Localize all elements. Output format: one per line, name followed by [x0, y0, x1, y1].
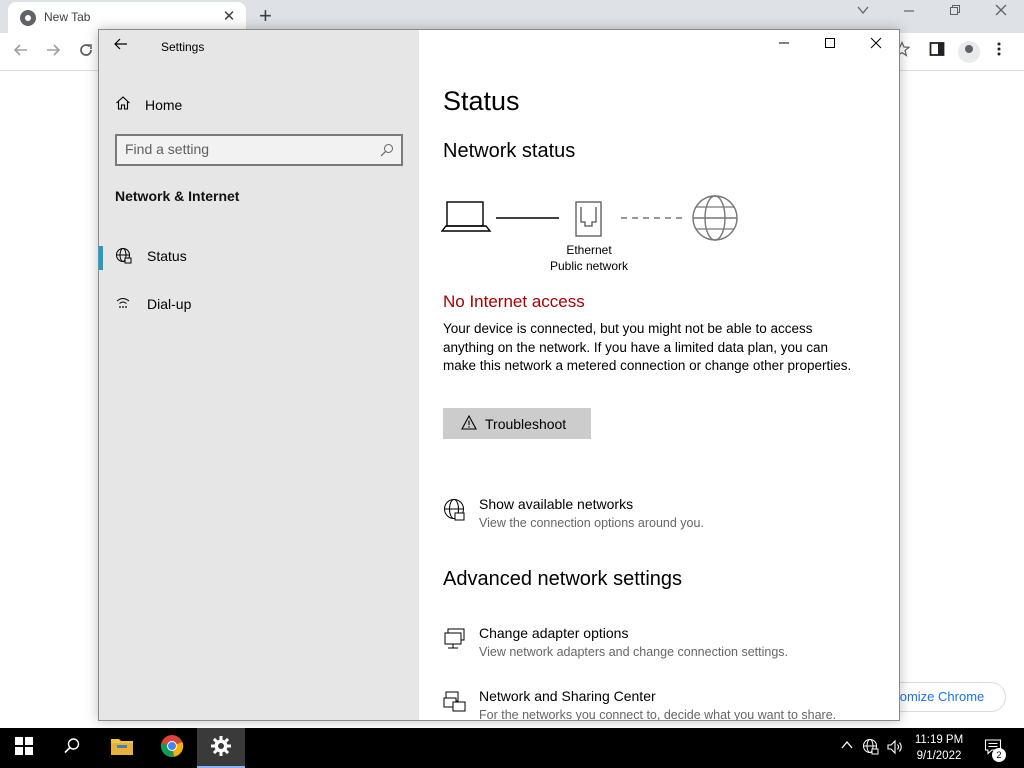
chrome-menu-icon[interactable]: [996, 41, 1002, 62]
chrome-favicon-icon: [20, 10, 36, 26]
back-arrow-icon[interactable]: [12, 41, 30, 64]
nav-item-label: Dial-up: [147, 296, 192, 312]
home-icon: [115, 95, 131, 116]
taskbar-clock[interactable]: 11:19 PM 9/1/2022: [906, 732, 972, 764]
dialup-icon: [115, 295, 133, 313]
notification-count-badge: 2: [992, 748, 1006, 762]
show-networks-subtitle: View the connection options around you.: [479, 516, 704, 530]
network-diagram: Ethernet Public network: [440, 190, 761, 280]
troubleshoot-label: Troubleshoot: [485, 415, 567, 432]
network-sharing-center-link[interactable]: Network and Sharing Center For the netwo…: [443, 688, 883, 721]
search-icon[interactable]: [379, 142, 395, 163]
network-type: Public network: [549, 259, 629, 273]
volume-icon[interactable]: [886, 738, 904, 759]
warning-icon: [461, 414, 477, 433]
connection-description: Your device is connected, but you might …: [443, 321, 852, 373]
new-tab-button[interactable]: +: [259, 2, 272, 30]
taskbar: 11:19 PM 9/1/2022 2: [0, 728, 1024, 768]
show-hidden-icons-icon[interactable]: [840, 738, 854, 755]
settings-taskbar-button[interactable]: [197, 728, 245, 768]
troubleshoot-button[interactable]: Troubleshoot: [443, 408, 591, 439]
start-button[interactable]: [0, 728, 48, 768]
network-status-heading: Network status: [443, 140, 576, 162]
connection-alert: No Internet access: [443, 292, 585, 311]
nav-item-dial-up[interactable]: Dial-up: [99, 284, 419, 324]
laptop-icon: [440, 201, 492, 232]
page-title: Status: [443, 86, 520, 116]
back-button[interactable]: [113, 36, 129, 57]
reload-icon[interactable]: [77, 41, 95, 64]
forward-arrow-icon[interactable]: [44, 41, 62, 64]
file-explorer-button[interactable]: [98, 728, 146, 768]
tab-close-icon[interactable]: ✕: [220, 7, 238, 25]
change-adapter-title: Change adapter options: [479, 625, 629, 641]
chrome-restore-icon[interactable]: [948, 3, 962, 21]
globe-network-icon: [443, 498, 467, 522]
nav-item-status[interactable]: Status: [99, 236, 419, 276]
search-icon: [63, 737, 81, 760]
show-networks-link[interactable]: Show available networks View the connect…: [443, 496, 883, 540]
globe-icon: [115, 247, 133, 265]
settings-window: Settings Home Network & Internet Status: [98, 29, 900, 721]
sharing-center-subtitle: For the networks you connect to, decide …: [479, 708, 837, 721]
change-adapter-options-link[interactable]: Change adapter options View network adap…: [443, 625, 883, 669]
show-networks-title: Show available networks: [479, 496, 634, 512]
chrome-close-icon[interactable]: [994, 3, 1008, 21]
taskbar-search-button[interactable]: [48, 728, 96, 768]
home-label: Home: [145, 97, 183, 113]
chrome-icon: [160, 734, 184, 763]
network-diagram-graphic: [440, 195, 738, 241]
clock-date: 9/1/2022: [916, 750, 962, 762]
clock-time: 11:19 PM: [914, 734, 964, 746]
internet-globe-icon: [692, 195, 738, 241]
change-adapter-subtitle: View network adapters and change connect…: [479, 645, 788, 659]
nav-item-label: Status: [147, 248, 187, 264]
settings-icon: [210, 735, 232, 762]
settings-nav-pane: Settings Home Network & Internet Status: [99, 30, 419, 720]
start-icon: [15, 736, 33, 760]
network-adapter-icon: [443, 627, 467, 651]
sharing-center-icon: [443, 690, 467, 714]
window-title: Settings: [161, 40, 205, 54]
nav-section-heading: Network & Internet: [115, 188, 240, 204]
tab-search-icon[interactable]: [856, 3, 870, 21]
network-tray-icon[interactable]: [862, 738, 880, 759]
side-panel-icon[interactable]: [929, 41, 945, 62]
nav-home[interactable]: Home: [115, 94, 182, 116]
profile-avatar[interactable]: [958, 41, 980, 63]
settings-search-input[interactable]: [125, 141, 375, 157]
settings-content: Status Network status Ethernet Public ne…: [419, 30, 899, 720]
adapter-name: Ethernet: [566, 243, 612, 257]
settings-search-box[interactable]: [115, 134, 403, 166]
advanced-settings-heading: Advanced network settings: [443, 568, 683, 590]
tab-title: New Tab: [44, 10, 91, 24]
sharing-center-title: Network and Sharing Center: [479, 688, 656, 704]
chrome-minimize-icon[interactable]: [902, 3, 916, 21]
ethernet-port-icon: [575, 201, 602, 237]
chrome-taskbar-button[interactable]: [148, 728, 196, 768]
file-explorer-icon: [110, 736, 134, 761]
